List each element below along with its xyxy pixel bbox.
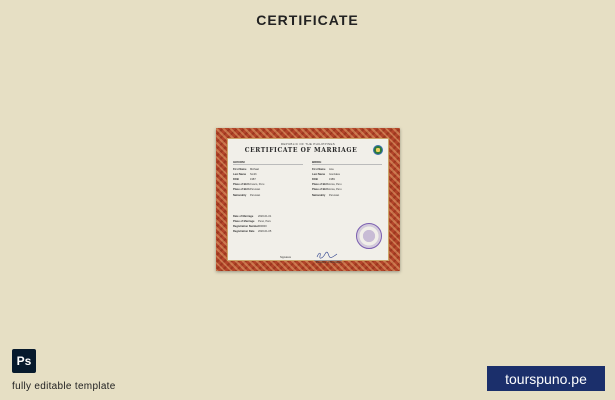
groom-row: First Name Michael xyxy=(233,168,259,171)
bride-divider xyxy=(312,164,382,165)
bride-row: First Name Ana xyxy=(312,168,334,171)
field-value: 000000 xyxy=(258,225,267,228)
field-value: Peruvian xyxy=(329,194,340,197)
field-value: Cusco, Peru xyxy=(250,183,265,186)
photoshop-icon-label: Ps xyxy=(16,353,32,368)
field-label: Place of Birth xyxy=(312,183,329,186)
field-label: Place of Birth xyxy=(233,188,250,191)
groom-row: Place of BirthCusco, Peru xyxy=(233,183,264,186)
field-label: Place of Birth xyxy=(312,188,329,191)
marriage-detail-row: Registration Number000000 xyxy=(233,225,267,228)
certificate-heading: CERTIFICATE OF MARRIAGE xyxy=(244,147,358,154)
field-label: Registration Number xyxy=(233,225,259,228)
bride-row: Place of BirthLima, Peru xyxy=(312,183,342,186)
field-label: Nationality xyxy=(233,194,247,197)
field-label: Date of Marriage xyxy=(233,215,254,218)
field-value: Ana xyxy=(329,168,334,171)
field-label: DOB xyxy=(312,178,318,181)
field-label: Nationality xyxy=(312,194,326,197)
field-value: Smith xyxy=(250,173,257,176)
photoshop-icon: Ps xyxy=(12,349,36,373)
groom-divider xyxy=(233,164,303,165)
field-label: Place of Marriage xyxy=(233,220,255,223)
field-value: 1989 xyxy=(329,178,335,181)
brand-logo: tourspuno.pe xyxy=(487,366,605,391)
field-label: DOB xyxy=(233,178,239,181)
bride-row: Place of BirthLima, Peru xyxy=(312,188,342,191)
field-label: Last Name xyxy=(233,173,247,176)
signature-caption: Signature xyxy=(280,256,292,259)
groom-row: Nationality Peruvian xyxy=(233,194,260,197)
page-title: CERTIFICATE xyxy=(256,12,359,28)
certificate-paper: REPUBLIC OF THE PHILIPPINES CERTIFICATE … xyxy=(227,138,389,264)
field-value: Michael xyxy=(250,168,259,171)
groom-row: Last Name Smith xyxy=(233,173,257,176)
groom-row: Place of BirthPeruvian xyxy=(233,188,260,191)
field-label: Last Name xyxy=(312,173,326,176)
groom-row: DOB 1987 xyxy=(233,178,256,181)
seal-icon xyxy=(373,145,383,155)
signature-icon xyxy=(316,251,338,259)
marriage-detail-row: Registration Date 2020-01-05 xyxy=(233,230,271,233)
stamp-icon xyxy=(356,223,382,249)
certificate-preview: REPUBLIC OF THE PHILIPPINES CERTIFICATE … xyxy=(216,128,400,271)
marriage-detail-row: Date of Marriage 2020-01-01 xyxy=(233,215,271,218)
field-value: Lima, Peru xyxy=(329,183,342,186)
footer-caption: fully editable template xyxy=(12,381,116,392)
bride-row: Last Name Gonzales xyxy=(312,173,340,176)
bride-row: Nationality Peruvian xyxy=(312,194,339,197)
field-label: First Name xyxy=(312,168,326,171)
field-value: Puno, Peru xyxy=(258,220,271,223)
marriage-detail-row: Place of Marriage Puno, Peru xyxy=(233,220,271,223)
field-value: Lima, Peru xyxy=(329,188,342,191)
field-value: 2020-01-05 xyxy=(258,230,272,233)
field-value: Peruvian xyxy=(250,188,261,191)
registrar-caption: Registrar of Marriages xyxy=(316,261,342,264)
field-label: Registration Date xyxy=(233,230,255,233)
bride-row: DOB 1989 xyxy=(312,178,335,181)
field-value: 2020-01-01 xyxy=(258,215,272,218)
certificate-republic: REPUBLIC OF THE PHILIPPINES xyxy=(280,142,336,146)
field-value: 1987 xyxy=(250,178,256,181)
field-value: Peruvian xyxy=(250,194,261,197)
field-label: First Name xyxy=(233,168,247,171)
field-label: Place of Birth xyxy=(233,183,250,186)
field-value: Gonzales xyxy=(329,173,340,176)
